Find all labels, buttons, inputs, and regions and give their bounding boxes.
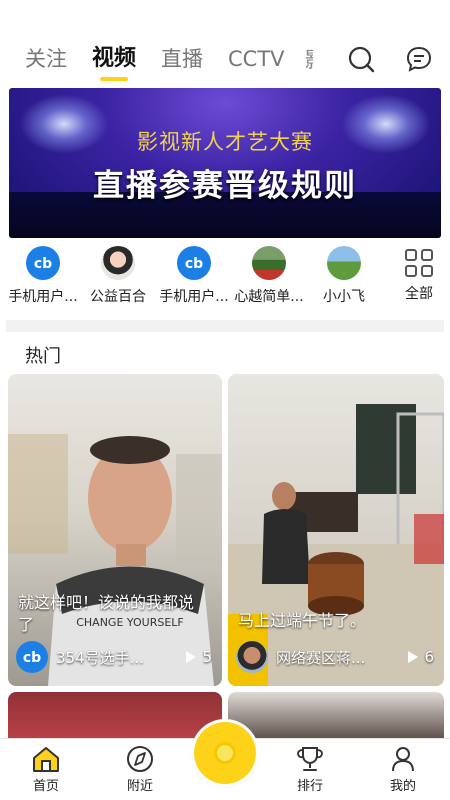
quick-entry-user-3[interactable]: cb 手机用户... bbox=[154, 244, 234, 306]
video-caption: 马上过端午节了。 bbox=[238, 611, 367, 630]
app-logo-icon[interactable]: cb bbox=[16, 641, 48, 673]
nav-nearby[interactable]: 附近 bbox=[105, 745, 175, 794]
svg-text:cb: cb bbox=[34, 256, 52, 272]
profile-icon bbox=[392, 747, 414, 772]
quick-entry-user-5[interactable]: 小小飞 bbox=[304, 244, 384, 306]
quick-entry-user-4[interactable]: 心越简单... bbox=[229, 244, 309, 306]
video-author[interactable]: 354号选手... bbox=[56, 647, 186, 668]
quick-entry-user-2[interactable]: 公益百合 bbox=[78, 244, 158, 306]
home-icon bbox=[33, 747, 59, 772]
avatar bbox=[101, 246, 135, 280]
video-card[interactable]: 马上过端午节了。 网络赛区蒋... 6 bbox=[228, 374, 444, 686]
video-meta: cb 354号选手... 5 bbox=[16, 640, 212, 674]
play-count: 6 bbox=[424, 648, 434, 666]
section-title: 热门 bbox=[25, 346, 61, 367]
section-divider bbox=[6, 320, 444, 332]
quick-entry-user-1[interactable]: cb 手机用户... bbox=[3, 244, 83, 306]
tab-follow[interactable]: 关注 bbox=[25, 39, 67, 79]
record-icon bbox=[214, 742, 236, 764]
grid-icon bbox=[405, 249, 433, 277]
quick-entry-row: cb 手机用户... 公益百合 cb 手机用户... 心越简单... 小小飞 全… bbox=[0, 244, 450, 306]
trophy-icon bbox=[297, 747, 323, 771]
svg-text:cb: cb bbox=[23, 650, 41, 666]
tab-cctv[interactable]: CCTV bbox=[228, 39, 285, 79]
app-logo-icon: cb bbox=[26, 246, 60, 280]
app-logo-icon: cb bbox=[177, 246, 211, 280]
nav-ranking[interactable]: 排行 bbox=[275, 745, 345, 794]
avatar[interactable] bbox=[236, 641, 268, 673]
compass-icon bbox=[127, 746, 153, 772]
banner-title: 直播参赛晋级规则 bbox=[93, 168, 357, 204]
nav-profile[interactable]: 我的 bbox=[368, 745, 438, 794]
tab-live[interactable]: 直播 bbox=[161, 39, 203, 79]
message-icon[interactable] bbox=[404, 44, 434, 74]
record-button[interactable] bbox=[194, 722, 256, 784]
tab-overflow-hint[interactable]: 影 bbox=[305, 44, 313, 74]
promo-banner[interactable]: 影视新人才艺大赛 直播参赛晋级规则 bbox=[9, 88, 441, 238]
top-tab-bar: 关注 视频 直播 CCTV 影 bbox=[0, 36, 450, 82]
video-meta: 网络赛区蒋... 6 bbox=[236, 640, 434, 674]
svg-text:cb: cb bbox=[185, 256, 203, 272]
search-icon[interactable] bbox=[346, 44, 376, 74]
video-author[interactable]: 网络赛区蒋... bbox=[276, 647, 408, 668]
play-icon bbox=[186, 651, 197, 663]
avatar bbox=[252, 246, 286, 280]
play-count: 5 bbox=[202, 648, 212, 666]
video-caption: 就这样吧！该说的我都说了 bbox=[18, 593, 195, 634]
tab-video[interactable]: 视频 bbox=[92, 39, 136, 81]
nav-home[interactable]: 首页 bbox=[11, 745, 81, 794]
quick-entry-all[interactable]: 全部 bbox=[379, 244, 450, 303]
banner-subtitle: 影视新人才艺大赛 bbox=[137, 130, 313, 154]
avatar bbox=[327, 246, 361, 280]
video-card[interactable]: CHANGE YOURSELF 就这样吧！该说的我都说了 cb 354号选手..… bbox=[8, 374, 222, 686]
play-icon bbox=[408, 651, 419, 663]
